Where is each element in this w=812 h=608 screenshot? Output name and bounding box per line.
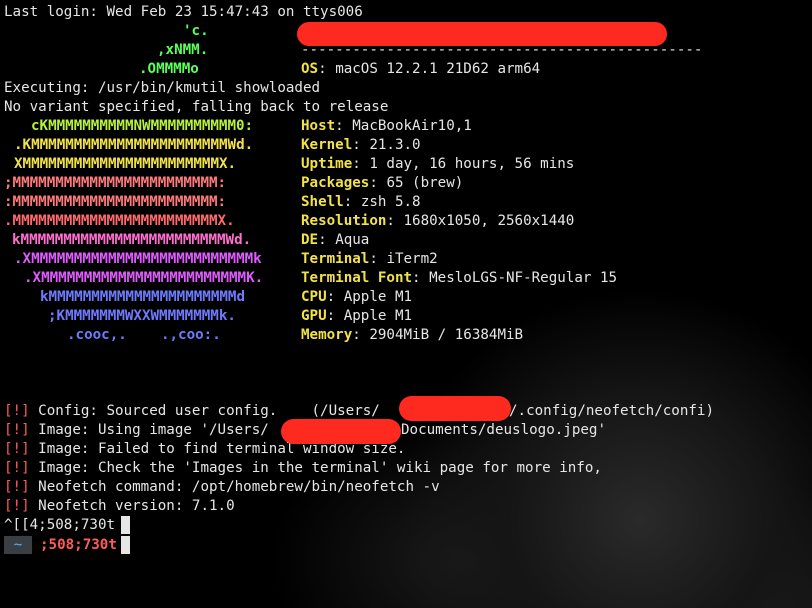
- info-colon: :: [326, 289, 344, 305]
- warning-tag: [!]: [4, 479, 30, 495]
- prompt-directory: ~: [4, 536, 32, 554]
- info-row: Host: MacBookAir10,1: [301, 117, 472, 136]
- info-key: Resolution: [301, 213, 387, 229]
- info-row: Packages: 65 (brew): [301, 174, 463, 193]
- error-line: [!] Neofetch command: /opt/homebrew/bin/…: [4, 478, 440, 497]
- info-row: Uptime: 1 day, 16 hours, 56 mins: [301, 155, 574, 174]
- warning-tag: [!]: [4, 403, 30, 419]
- info-row: DE: Aqua: [301, 231, 369, 250]
- error-line: [!] Image: Using image '/Users/: [4, 421, 269, 440]
- info-value: 1 day, 16 hours, 56 mins: [369, 156, 575, 172]
- info-colon: :: [326, 308, 344, 324]
- info-value: iTerm2: [386, 251, 438, 267]
- info-key: Terminal: [301, 251, 370, 267]
- info-value: 2904MiB / 16384MiB: [369, 327, 524, 343]
- info-key: Kernel: [301, 137, 353, 153]
- executing-line: Executing: /usr/bin/kmutil showloaded: [4, 80, 321, 96]
- info-row: Terminal: iTerm2: [301, 250, 438, 269]
- logo-line: .OMMMMo: [139, 61, 199, 77]
- info-value: Aqua: [335, 232, 370, 248]
- info-value: 65 (brew): [386, 175, 464, 191]
- error-message-tail: /.config/neofetch/confi): [509, 403, 714, 419]
- header-underline: ----------------------------------------…: [301, 42, 703, 58]
- warning-tag: [!]: [4, 498, 30, 514]
- redacted-path-1: [399, 396, 511, 421]
- info-key: Terminal Font: [301, 270, 413, 286]
- info-colon: :: [352, 327, 370, 343]
- error-message: Config: Sourced user config. (/Users/: [29, 403, 380, 419]
- info-colon: :: [352, 137, 370, 153]
- logo-line: .XMMMMMMMMMMMMMMMMMMMMMMMMK.: [24, 270, 264, 286]
- info-row: GPU: Apple M1: [301, 307, 412, 326]
- info-value: Apple M1: [343, 289, 413, 305]
- last-login-line: Last login: Wed Feb 23 15:47:43 on ttys0…: [4, 4, 363, 20]
- info-key: Uptime: [301, 156, 353, 172]
- logo-line: ,xNMM.: [157, 42, 209, 58]
- info-key: Memory: [301, 327, 353, 343]
- warning-tag: [!]: [4, 441, 30, 457]
- info-key: CPU: [301, 289, 327, 305]
- info-key: Packages: [301, 175, 370, 191]
- logo-line: ;MMMMMMMMMMMMMMMMMMMMMMMM:: [4, 175, 227, 191]
- info-row: CPU: Apple M1: [301, 288, 412, 307]
- error-line: [!] Image: Check the 'Images in the term…: [4, 459, 602, 478]
- logo-line: .cooc,. .,coo:.: [67, 327, 221, 343]
- info-value: 21.3.0: [369, 137, 421, 153]
- no-variant-line: No variant specified, falling back to re…: [4, 99, 389, 115]
- logo-line: .KMMMMMMMMMMMMMMMMMMMMMMMWd.: [14, 137, 254, 153]
- warning-tag: [!]: [4, 460, 30, 476]
- prompt-input[interactable]: ;508;730t: [40, 536, 117, 554]
- info-colon: :: [343, 194, 361, 210]
- info-colon: :: [369, 251, 387, 267]
- info-value: 1680x1050, 2560x1440: [403, 213, 575, 229]
- info-value: zsh 5.8: [360, 194, 421, 210]
- info-colon: :: [335, 118, 353, 134]
- info-row: Memory: 2904MiB / 16384MiB: [301, 326, 523, 345]
- warning-tag: [!]: [4, 422, 30, 438]
- info-value: MacBookAir10,1: [352, 118, 472, 134]
- info-key: Host: [301, 118, 336, 134]
- logo-line: 'c.: [183, 23, 209, 39]
- logo-line: ;KMMMMMMMWXXWMMMMMMMk.: [48, 308, 236, 324]
- logo-line: cKMMMMMMMMMMNWMMMMMMMMMM0:: [31, 118, 254, 134]
- info-row: OS: macOS 12.2.1 21D62 arm64: [301, 60, 540, 79]
- info-key: DE: [301, 232, 319, 248]
- info-row: Shell: zsh 5.8: [301, 193, 421, 212]
- info-row: Terminal Font: MesloLGS-NF-Regular 15: [301, 269, 617, 288]
- prompt-cursor: [121, 536, 130, 554]
- terminal-window[interactable]: Last login: Wed Feb 23 15:47:43 on ttys0…: [0, 0, 812, 608]
- logo-line: XMMMMMMMMMMMMMMMMMMMMMMMX.: [14, 156, 237, 172]
- error-message: Neofetch version: 7.1.0: [29, 498, 235, 514]
- info-row: Resolution: 1680x1050, 2560x1440: [301, 212, 574, 231]
- home-dir-icon: ~: [13, 537, 23, 553]
- error-message: Image: Check the 'Images in the terminal…: [29, 460, 602, 476]
- info-colon: :: [412, 270, 430, 286]
- logo-line: kMMMMMMMMMMMMMMMMMMMMMMd: [40, 289, 245, 305]
- error-message: Image: Using image '/Users/: [29, 422, 269, 438]
- info-colon: :: [386, 213, 404, 229]
- info-row: Kernel: 21.3.0: [301, 136, 421, 155]
- logo-line: :MMMMMMMMMMMMMMMMMMMMMMMM:: [4, 194, 227, 210]
- redacted-path-2: [281, 419, 401, 444]
- logo-line: .XMMMMMMMMMMMMMMMMMMMMMMMMMMk: [14, 251, 262, 267]
- info-colon: :: [352, 156, 370, 172]
- info-key: OS: [301, 61, 319, 77]
- info-key: Shell: [301, 194, 344, 210]
- escape-sequence-output: ^[[4;508;730t: [4, 517, 116, 533]
- info-value: Apple M1: [343, 308, 413, 324]
- info-value: MesloLGS-NF-Regular 15: [429, 270, 618, 286]
- error-message: Neofetch command: /opt/homebrew/bin/neof…: [29, 479, 440, 495]
- info-value: macOS 12.2.1 21D62 arm64: [335, 61, 541, 77]
- info-colon: :: [369, 175, 387, 191]
- error-message-tail: Documents/deuslogo.jpeg': [401, 422, 606, 438]
- info-colon: :: [318, 61, 336, 77]
- logo-line: .MMMMMMMMMMMMMMMMMMMMMMMMX.: [4, 213, 235, 229]
- logo-line: kMMMMMMMMMMMMMMMMMMMMMMMMWd.: [12, 232, 252, 248]
- info-colon: :: [318, 232, 336, 248]
- terminal-cursor: [121, 516, 130, 534]
- error-line: [!] Neofetch version: 7.1.0: [4, 497, 235, 516]
- info-key: GPU: [301, 308, 327, 324]
